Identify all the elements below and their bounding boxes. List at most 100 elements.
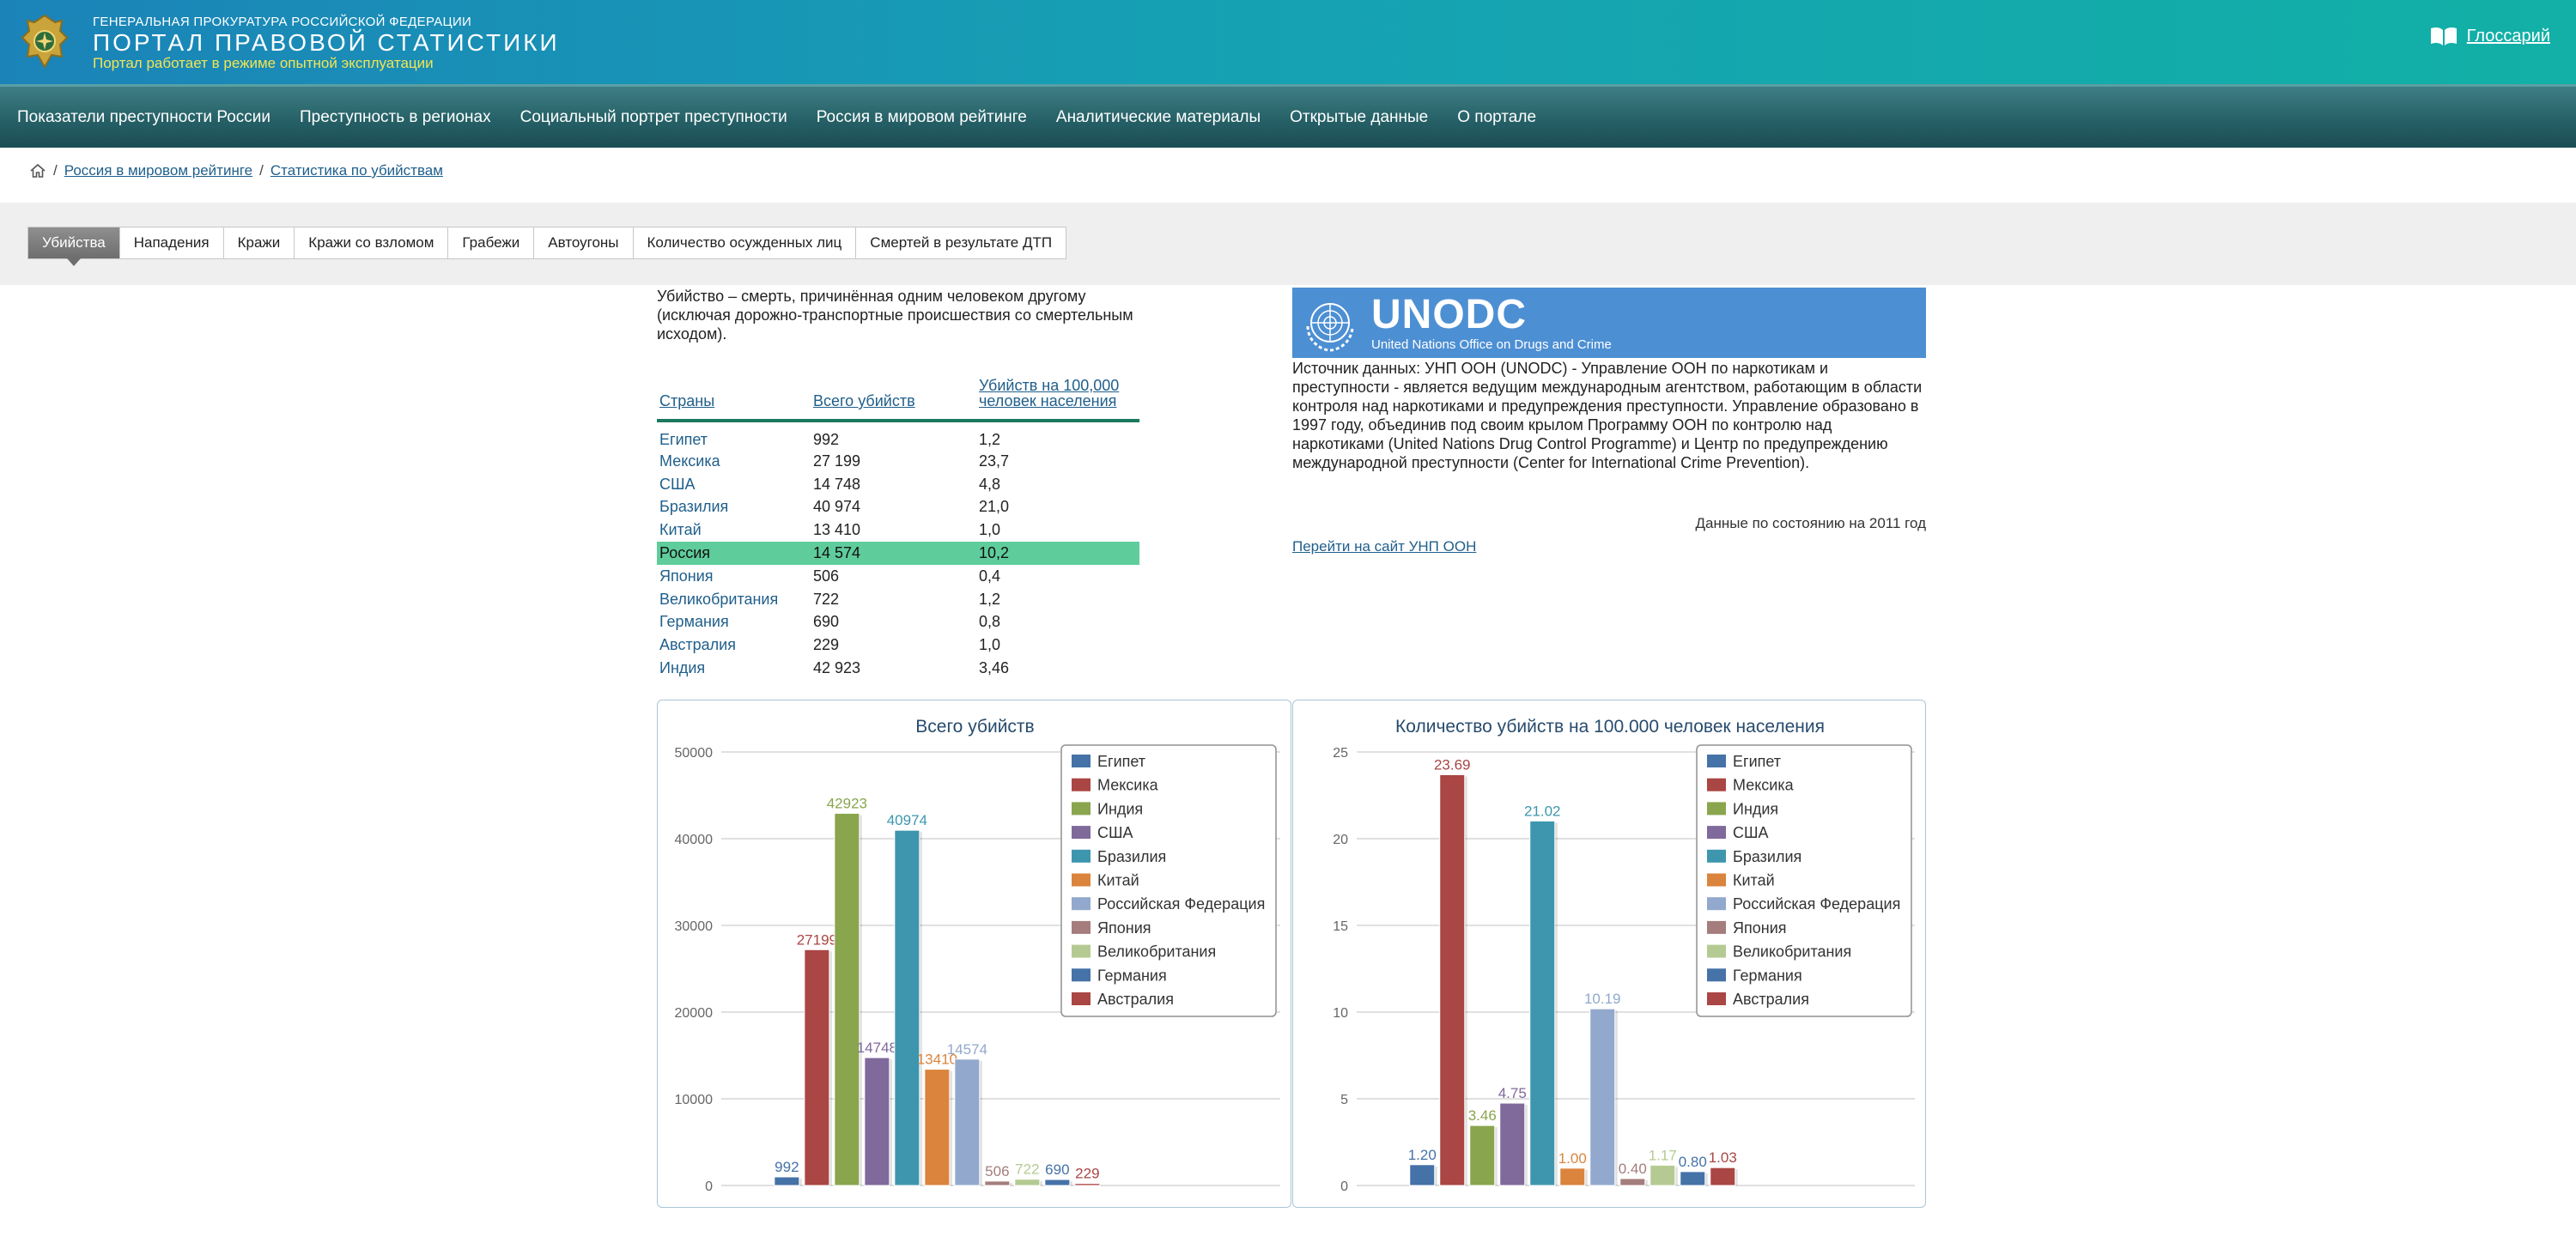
legend-item[interactable]: Мексика	[1097, 777, 1159, 794]
legend-item[interactable]: Российская Федерация	[1733, 895, 1900, 913]
cell-country[interactable]: США	[657, 473, 811, 496]
legend-item[interactable]: Япония	[1097, 919, 1151, 937]
tab-road-deaths[interactable]: Смертей в результате ДТП	[856, 227, 1067, 259]
tab-convicted[interactable]: Количество осужденных лиц	[633, 227, 857, 259]
bar-Китай[interactable]	[1559, 1167, 1586, 1186]
bar-Мексика[interactable]	[1439, 773, 1466, 1186]
bar-Великобритания[interactable]	[1014, 1179, 1041, 1186]
legend-item[interactable]: Германия	[1097, 967, 1167, 984]
bar-Япония[interactable]	[1619, 1178, 1646, 1186]
y-tick-label: 20	[1333, 833, 1348, 847]
nav-item-social-portrait[interactable]: Социальный портрет преступности	[520, 108, 787, 127]
bar-Австралия[interactable]	[1710, 1167, 1736, 1186]
cell-country[interactable]: Китай	[657, 518, 811, 542]
cell-per-100k: 0,8	[979, 613, 1001, 631]
bar-Австралия[interactable]	[1074, 1183, 1101, 1186]
bar-Индия[interactable]	[834, 812, 860, 1186]
legend-item[interactable]: Бразилия	[1097, 848, 1166, 865]
bar-Бразилия[interactable]	[1529, 820, 1556, 1186]
table-header-row: Страны Всего убийств Убийств на 100,000 …	[657, 377, 1139, 422]
sort-link-country[interactable]: Страны	[659, 392, 714, 409]
legend-item[interactable]: Япония	[1733, 919, 1787, 937]
legend-item[interactable]: Мексика	[1733, 777, 1795, 794]
cell-per-100k: 1,0	[979, 521, 1001, 539]
home-icon[interactable]	[29, 163, 46, 179]
bar-Российская Федерация[interactable]	[1589, 1008, 1616, 1186]
glossary-link-group[interactable]: Глоссарий	[2429, 26, 2550, 46]
bar-Япония[interactable]	[984, 1180, 1011, 1186]
book-icon[interactable]	[2429, 26, 2458, 46]
nav-item-analytics[interactable]: Аналитические материалы	[1056, 108, 1261, 127]
data-label: 1.03	[1709, 1149, 1737, 1166]
cell-total: 506	[813, 567, 840, 585]
bar-Бразилия[interactable]	[894, 829, 920, 1186]
cell-country[interactable]: Австралия	[657, 634, 811, 657]
portal-title[interactable]: ПОРТАЛ ПРАВОВОЙ СТАТИСТИКИ	[93, 29, 560, 57]
legend-item[interactable]: Индия	[1733, 800, 1778, 817]
legend-swatch	[1707, 920, 1726, 934]
bar-Китай[interactable]	[924, 1069, 951, 1186]
column-header-country[interactable]: Страны	[657, 378, 811, 422]
legend-item[interactable]: Египет	[1733, 753, 1781, 770]
legend-item[interactable]: Австралия	[1733, 991, 1809, 1008]
legend-item[interactable]: Китай	[1733, 872, 1775, 889]
nav-item-russia-crime-indicators[interactable]: Показатели преступности России	[17, 108, 270, 127]
sort-link-per-100k[interactable]: Убийств на 100,000 человек населения	[979, 377, 1119, 409]
tab-assaults[interactable]: Нападения	[119, 227, 224, 259]
cell-country[interactable]: Германия	[657, 611, 811, 634]
bar-Индия[interactable]	[1469, 1125, 1496, 1186]
column-header-per-100k[interactable]: Убийств на 100,000 человек населения	[976, 377, 1139, 422]
tab-murders[interactable]: Убийства	[27, 227, 120, 266]
sort-link-total[interactable]: Всего убийств	[813, 392, 915, 409]
legend-item[interactable]: Российская Федерация	[1097, 895, 1265, 913]
tab-car-thefts[interactable]: Автоугоны	[534, 227, 634, 259]
bar-Египет[interactable]	[1409, 1164, 1436, 1186]
y-tick-label: 10	[1333, 1006, 1348, 1021]
legend-item[interactable]: Германия	[1733, 967, 1802, 984]
y-tick-label: 25	[1333, 746, 1348, 761]
legend-item[interactable]: Бразилия	[1733, 848, 1801, 865]
breadcrumb-world-ranking[interactable]: Россия в мировом рейтинге	[64, 162, 252, 179]
bar-Мексика[interactable]	[804, 949, 830, 1186]
legend-swatch	[1707, 755, 1726, 767]
legend-item[interactable]: Великобритания	[1733, 943, 1851, 961]
legend-item[interactable]: Индия	[1097, 800, 1143, 817]
legend-swatch	[1707, 897, 1726, 911]
bar-Германия[interactable]	[1680, 1171, 1706, 1186]
cell-country[interactable]: Индия	[657, 657, 811, 680]
cell-country[interactable]: Мексика	[657, 450, 811, 473]
legend-item[interactable]: Великобритания	[1097, 943, 1216, 961]
tab-robberies[interactable]: Грабежи	[448, 227, 535, 259]
legend-item[interactable]: США	[1733, 824, 1769, 841]
nav-item-regional-crime[interactable]: Преступность в регионах	[300, 108, 491, 127]
legend-swatch	[1072, 897, 1091, 911]
cell-country[interactable]: Великобритания	[657, 588, 811, 611]
bar-Египет[interactable]	[774, 1176, 800, 1186]
data-label: 722	[1015, 1161, 1039, 1178]
tab-burglaries[interactable]: Кражи со взломом	[295, 227, 449, 259]
prosecutor-emblem-logo[interactable]	[17, 12, 72, 72]
unodc-site-link[interactable]: Перейти на сайт УНП ООН	[1292, 538, 1476, 555]
cell-country[interactable]: Египет	[657, 421, 811, 450]
y-tick-label: 5	[1340, 1093, 1348, 1107]
bar-США[interactable]	[864, 1057, 890, 1186]
cell-country[interactable]: Япония	[657, 565, 811, 588]
y-tick-label: 20000	[675, 1006, 714, 1021]
table-row: Великобритания 722 1,2	[657, 588, 1139, 611]
legend-item[interactable]: Китай	[1097, 872, 1139, 889]
legend-item[interactable]: США	[1097, 824, 1133, 841]
tab-thefts[interactable]: Кражи	[223, 227, 295, 259]
cell-country[interactable]: Бразилия	[657, 496, 811, 519]
bar-США[interactable]	[1499, 1102, 1526, 1186]
breadcrumb-murder-stats[interactable]: Статистика по убийствам	[270, 162, 443, 179]
column-header-total[interactable]: Всего убийств	[811, 378, 976, 422]
glossary-link[interactable]: Глоссарий	[2467, 27, 2550, 46]
legend-item[interactable]: Австралия	[1097, 991, 1174, 1008]
nav-item-world-ranking[interactable]: Россия в мировом рейтинге	[817, 108, 1027, 127]
nav-item-about[interactable]: О портале	[1457, 108, 1536, 127]
bar-Великобритания[interactable]	[1649, 1164, 1676, 1186]
bar-Российская Федерация[interactable]	[954, 1058, 981, 1186]
legend-item[interactable]: Египет	[1097, 753, 1145, 770]
bar-Германия[interactable]	[1044, 1179, 1071, 1186]
nav-item-open-data[interactable]: Открытые данные	[1290, 108, 1428, 127]
